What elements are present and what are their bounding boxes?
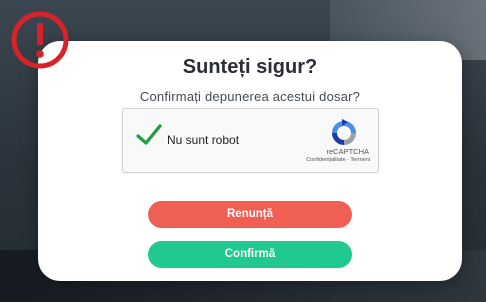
exclamation-circle-icon — [11, 11, 69, 69]
checkmark-icon[interactable] — [135, 123, 163, 147]
cancel-button[interactable]: Renunță — [148, 201, 352, 228]
recaptcha-label: Nu sunt robot — [167, 133, 240, 147]
recaptcha-privacy-terms-link[interactable]: Confidențialitate - Termeni — [306, 157, 370, 163]
recaptcha-brand: reCAPTCHA — [326, 147, 369, 156]
recaptcha-widget[interactable]: Nu sunt robot reCAPTCHA Confidențialitat… — [122, 108, 379, 173]
dialog-subtitle: Confirmați depunerea acestui dosar? — [139, 89, 361, 104]
confirmation-dialog: Sunteți sigur? Confirmați depunerea aces… — [38, 41, 462, 281]
recaptcha-logo-icon — [332, 119, 356, 145]
dialog-title: Sunteți sigur? — [182, 56, 318, 78]
confirm-button[interactable]: Confirmă — [148, 241, 352, 268]
